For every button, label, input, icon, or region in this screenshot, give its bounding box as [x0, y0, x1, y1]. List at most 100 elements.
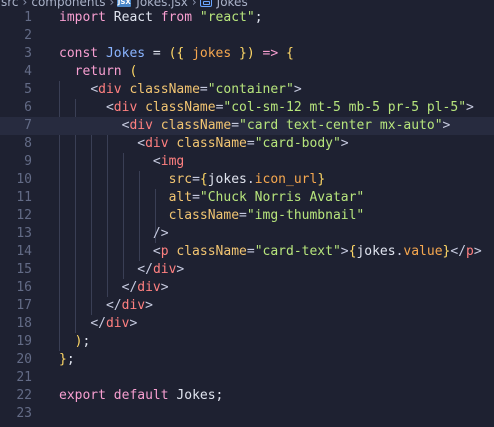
- line-number: 13: [16, 226, 32, 241]
- code-line[interactable]: 10 src={jokes.icon_url}: [0, 171, 494, 189]
- code-line[interactable]: 1 import React from "react";: [0, 9, 494, 27]
- code-text: <img: [59, 153, 184, 171]
- breadcrumb-src[interactable]: src: [0, 0, 20, 8]
- code-token: }: [231, 46, 247, 61]
- code-line[interactable]: 19 );: [0, 333, 494, 351]
- code-line[interactable]: 15 </div>: [0, 261, 494, 279]
- code-token: className: [160, 118, 232, 133]
- code-line[interactable]: 13 />: [0, 225, 494, 243]
- code-token: <: [90, 82, 99, 97]
- code-token: src: [168, 172, 193, 187]
- code-token: "card-body": [254, 136, 341, 151]
- line-number: 8: [24, 136, 32, 151]
- line-number: 11: [16, 190, 32, 205]
- line-number: 14: [16, 244, 32, 259]
- code-line[interactable]: 16 </div>: [0, 279, 494, 297]
- code-token: />: [152, 226, 169, 241]
- code-line[interactable]: 22 export default Jokes;: [0, 387, 494, 405]
- code-line[interactable]: 12 className="img-thumbnail": [0, 207, 494, 225]
- code-token: p: [466, 244, 474, 259]
- code-token: import: [59, 10, 106, 25]
- code-token: }: [59, 352, 67, 367]
- code-line[interactable]: 20};: [0, 351, 494, 369]
- code-token: icon_url: [254, 172, 318, 187]
- code-text: src={jokes.icon_url}: [59, 171, 326, 189]
- code-text: />: [59, 225, 169, 243]
- code-text: </div>: [59, 261, 184, 279]
- code-text: };: [59, 351, 75, 369]
- code-token: >: [340, 244, 349, 259]
- line-number: 18: [16, 316, 32, 331]
- code-token: (: [129, 64, 138, 79]
- code-token: "card text-center mx-auto": [239, 118, 443, 133]
- code-line[interactable]: 3 const Jokes = ({ jokes }) => {: [0, 45, 494, 63]
- code-token: ;: [66, 352, 75, 367]
- code-line[interactable]: 2: [0, 27, 494, 45]
- code-line[interactable]: 14 <p className="card-text">{jokes.value…: [0, 243, 494, 261]
- breadcrumb-components[interactable]: components: [30, 0, 106, 8]
- code-token: =: [239, 208, 247, 223]
- code-token: div: [137, 280, 161, 295]
- code-token: >: [293, 82, 302, 97]
- breadcrumb-file[interactable]: Jokes.jsx: [135, 0, 189, 8]
- code-token: =: [199, 82, 208, 97]
- jsx-file-icon: JSX: [117, 0, 132, 7]
- code-line[interactable]: 4 return (: [0, 63, 494, 81]
- code-token: =: [192, 190, 200, 205]
- code-token: alt: [168, 190, 193, 205]
- code-token: value: [403, 244, 443, 259]
- line-number: 4: [24, 64, 32, 79]
- code-token: }: [317, 172, 326, 187]
- code-token: =>: [254, 46, 279, 61]
- code-text: </div>: [59, 297, 153, 315]
- code-text: <div className="card-body">: [59, 135, 349, 153]
- breadcrumb-symbol[interactable]: Jokes: [216, 0, 249, 8]
- code-token: className: [176, 136, 247, 151]
- code-token: >: [340, 136, 349, 151]
- code-line[interactable]: 21: [0, 369, 494, 387]
- code-line[interactable]: 8 <div className="card-body">: [0, 135, 494, 153]
- code-token: div: [145, 136, 169, 151]
- code-token: <: [137, 136, 146, 151]
- code-token: <: [152, 154, 161, 169]
- code-token: {: [176, 46, 193, 61]
- line-number: 2: [24, 28, 32, 43]
- code-token: </: [105, 298, 122, 313]
- code-token: {: [199, 172, 208, 187]
- code-token: .: [246, 172, 255, 187]
- code-token: >: [176, 262, 185, 277]
- code-line[interactable]: 11 alt="Chuck Norris Avatar": [0, 189, 494, 207]
- line-number: 15: [16, 262, 32, 277]
- line-number: 23: [16, 406, 32, 421]
- code-token: "col-sm-12 mt-5 mb-5 pr-5 pl-5": [223, 100, 467, 115]
- code-line[interactable]: 17 </div>: [0, 297, 494, 315]
- line-number: 5: [24, 82, 32, 97]
- code-text: </div>: [59, 279, 169, 297]
- code-line[interactable]: 18 </div>: [0, 315, 494, 333]
- code-token: from: [160, 10, 193, 25]
- code-text: const Jokes = ({ jokes }) => {: [59, 45, 294, 63]
- symbol-icon: [199, 0, 212, 7]
- line-number: 20: [16, 352, 32, 367]
- code-line[interactable]: 5 <div className="container">: [0, 81, 494, 99]
- code-token: jokes: [192, 46, 232, 61]
- code-editor[interactable]: 1 import React from "react"; 2 3 const Jokes…: [0, 9, 494, 427]
- code-line[interactable]: 9 <img: [0, 153, 494, 171]
- code-line[interactable]: 6 <div className="col-sm-12 mt-5 mb-5 pr…: [0, 99, 494, 117]
- code-token: ;: [82, 334, 91, 349]
- code-line[interactable]: 23: [0, 405, 494, 423]
- code-token: "react": [199, 10, 255, 25]
- code-line[interactable]: 7 <div className="card text-center mx-au…: [0, 117, 494, 135]
- code-text: className="img-thumbnail": [59, 207, 365, 225]
